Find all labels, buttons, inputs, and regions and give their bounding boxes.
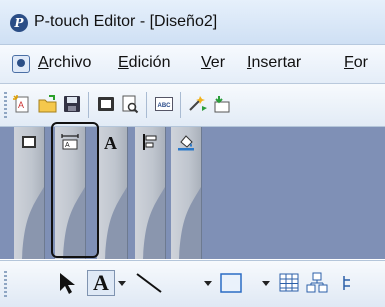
- menu-insertar[interactable]: Insertar: [247, 54, 301, 72]
- menu-edicion[interactable]: Edición: [118, 54, 170, 72]
- more-tools-icon[interactable]: [338, 270, 362, 296]
- text-tool-glyph: A: [93, 270, 109, 295]
- menu-bar: Archivo Edición Ver Insertar For: [0, 45, 385, 84]
- rectangle-tool-icon[interactable]: [218, 270, 244, 296]
- svg-text:A: A: [104, 133, 117, 151]
- p-touch-editor-window: P P-touch Editor - [Diseño2] Archivo Edi…: [0, 0, 385, 307]
- tab-align[interactable]: [135, 127, 166, 259]
- svg-text:ABC: ABC: [158, 103, 172, 109]
- layout-tab-icon: [22, 136, 36, 148]
- title-bar: P P-touch Editor - [Diseño2]: [0, 0, 385, 45]
- app-logo-icon: P: [10, 14, 28, 32]
- wizard-icon[interactable]: [188, 94, 208, 114]
- print-preview-icon[interactable]: [120, 94, 140, 114]
- tab-text-style[interactable]: A: [97, 127, 128, 259]
- tab-layout[interactable]: [14, 127, 45, 259]
- toolbar-grip[interactable]: [4, 271, 7, 297]
- line-tool-icon[interactable]: [134, 270, 164, 296]
- toolbar-grip[interactable]: [4, 92, 7, 118]
- highlight-frame: [51, 122, 99, 258]
- document-menu-icon[interactable]: [12, 55, 30, 73]
- tab-fill[interactable]: [171, 127, 202, 259]
- select-arrow-icon[interactable]: [56, 270, 80, 296]
- toolbar-separator: [146, 92, 147, 118]
- save-icon[interactable]: [62, 94, 82, 114]
- drawing-toolbar: A: [0, 260, 385, 307]
- window-title: P-touch Editor - [Diseño2]: [34, 13, 218, 30]
- standard-toolbar: A ABC: [0, 84, 385, 127]
- rectangle-tool-dropdown[interactable]: [262, 281, 270, 286]
- new-label-icon[interactable]: A: [12, 94, 32, 114]
- text-tool-icon[interactable]: A: [87, 270, 115, 296]
- print-icon[interactable]: [96, 94, 116, 114]
- open-folder-icon[interactable]: [38, 94, 58, 114]
- menu-ver[interactable]: Ver: [201, 54, 225, 72]
- table-tool-icon[interactable]: [277, 270, 301, 296]
- menu-archivo[interactable]: Archivo: [38, 54, 91, 72]
- text-style-tab-icon: A: [104, 133, 117, 151]
- toolbar-separator: [180, 92, 181, 118]
- menu-formato[interactable]: For: [344, 54, 368, 72]
- align-tab-icon: [143, 134, 157, 150]
- toolbar-separator: [88, 92, 89, 118]
- line-tool-dropdown[interactable]: [204, 281, 212, 286]
- transfer-icon[interactable]: [212, 94, 232, 114]
- barcode-settings-icon[interactable]: ABC: [154, 94, 174, 114]
- svg-text:A: A: [18, 100, 24, 110]
- database-tool-icon[interactable]: [305, 270, 329, 296]
- fill-tab-icon: [178, 135, 194, 151]
- text-tool-dropdown[interactable]: [118, 281, 126, 286]
